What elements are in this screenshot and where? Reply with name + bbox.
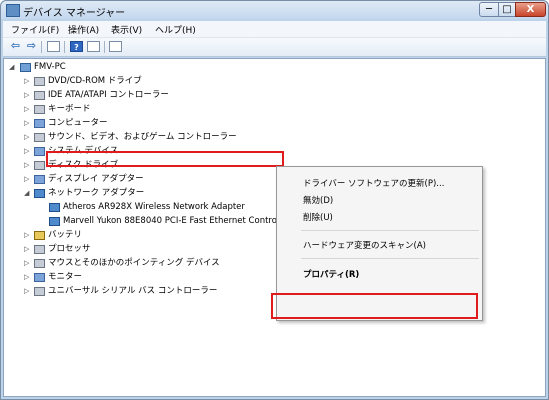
expand-icon[interactable]: ▷ bbox=[24, 75, 29, 88]
tree-item-label: ユニバーサル シリアル バス コントローラー bbox=[48, 286, 218, 296]
expand-icon[interactable]: ▷ bbox=[24, 89, 29, 102]
tree-root-label: FMV-PC bbox=[34, 62, 66, 72]
context-properties[interactable]: プロパティ(R) bbox=[303, 268, 359, 280]
help-icon[interactable]: ? bbox=[70, 41, 83, 52]
close-button[interactable]: X bbox=[515, 2, 546, 17]
expand-icon[interactable]: ▷ bbox=[24, 145, 29, 158]
monitor-icon bbox=[34, 273, 45, 282]
menu-action[interactable]: 操作(A) bbox=[68, 23, 99, 36]
expand-icon[interactable]: ▷ bbox=[24, 131, 29, 144]
expand-icon[interactable]: ▷ bbox=[24, 285, 29, 298]
computer-root-icon bbox=[20, 63, 31, 72]
tree-item-label: Atheros AR928X Wireless Network Adapter bbox=[63, 202, 245, 212]
disc-drive-icon bbox=[34, 77, 45, 86]
tree-item-label: プロセッサ bbox=[48, 244, 91, 254]
tree-item-label: モニター bbox=[48, 272, 83, 282]
processor-icon bbox=[34, 245, 45, 254]
usb-icon bbox=[34, 287, 45, 296]
system-device-icon bbox=[34, 147, 45, 156]
show-hidden-icon[interactable] bbox=[87, 41, 100, 52]
context-separator bbox=[301, 258, 479, 259]
selection-highlight bbox=[46, 151, 284, 167]
device-manager-icon bbox=[6, 4, 20, 17]
expand-icon[interactable]: ▷ bbox=[24, 159, 29, 172]
menu-view[interactable]: 表示(V) bbox=[111, 23, 142, 36]
expand-icon[interactable]: ▷ bbox=[24, 243, 29, 256]
tree-item-label: DVD/CD-ROM ドライブ bbox=[48, 76, 142, 86]
sound-icon bbox=[34, 133, 45, 142]
context-uninstall[interactable]: 削除(U) bbox=[303, 211, 333, 223]
tree-item-label: コンピューター bbox=[48, 118, 108, 128]
context-separator bbox=[301, 230, 479, 231]
context-disable[interactable]: 無効(D) bbox=[303, 194, 333, 206]
expand-icon[interactable]: ▷ bbox=[24, 257, 29, 270]
scan-hardware-icon[interactable] bbox=[109, 41, 122, 52]
expand-icon[interactable]: ▷ bbox=[24, 229, 29, 242]
collapse-icon[interactable]: ◢ bbox=[24, 187, 29, 200]
toolbar-separator bbox=[41, 41, 42, 53]
expand-icon[interactable]: ▷ bbox=[24, 271, 29, 284]
toolbar-separator bbox=[64, 41, 65, 53]
toolbar: ⇦ ⇨ ? bbox=[3, 38, 546, 57]
tree-item-label: ネットワーク アダプター bbox=[48, 188, 145, 198]
disk-drive-icon bbox=[34, 161, 45, 170]
tree-item-label: Marvell Yukon 88E8040 PCI-E Fast Etherne… bbox=[63, 216, 291, 226]
menu-help[interactable]: ヘルプ(H) bbox=[155, 23, 196, 36]
expand-icon[interactable]: ▷ bbox=[24, 173, 29, 186]
network-card-icon bbox=[49, 203, 60, 212]
tree-item-label: IDE ATA/ATAPI コントローラー bbox=[48, 90, 169, 100]
context-scan-hardware[interactable]: ハードウェア変更のスキャン(A) bbox=[303, 239, 426, 251]
tree-item-label: サウンド、ビデオ、およびゲーム コントローラー bbox=[48, 132, 237, 142]
properties-view-icon[interactable] bbox=[47, 41, 60, 52]
mouse-icon bbox=[34, 259, 45, 268]
expand-icon[interactable]: ▷ bbox=[24, 103, 29, 116]
computer-icon bbox=[34, 119, 45, 128]
collapse-icon[interactable]: ◢ bbox=[9, 61, 14, 74]
display-adapter-icon bbox=[34, 175, 45, 184]
keyboard-icon bbox=[34, 105, 45, 114]
context-update-driver[interactable]: ドライバー ソフトウェアの更新(P)... bbox=[303, 177, 444, 189]
network-adapter-icon bbox=[34, 189, 45, 198]
title-bar[interactable]: デバイス マネージャー ─ □ X bbox=[1, 1, 548, 19]
battery-icon bbox=[34, 231, 45, 240]
window-title: デバイス マネージャー bbox=[23, 8, 126, 19]
minimize-button[interactable]: ─ bbox=[479, 2, 499, 17]
forward-icon[interactable]: ⇨ bbox=[25, 40, 38, 52]
maximize-button[interactable]: □ bbox=[498, 2, 516, 17]
expand-icon[interactable]: ▷ bbox=[24, 117, 29, 130]
device-manager-window: デバイス マネージャー ─ □ X ファイル(F) 操作(A) 表示(V) ヘル… bbox=[0, 0, 549, 400]
network-card-icon bbox=[49, 217, 60, 226]
tree-item-label: マウスとそのほかのポインティング デバイス bbox=[48, 258, 220, 268]
toolbar-separator bbox=[104, 41, 105, 53]
ide-controller-icon bbox=[34, 91, 45, 100]
tree-item-label: キーボード bbox=[48, 104, 91, 114]
back-icon[interactable]: ⇦ bbox=[9, 40, 22, 52]
properties-highlight bbox=[271, 293, 478, 319]
menu-file[interactable]: ファイル(F) bbox=[11, 23, 59, 36]
tree-item-label: バッテリ bbox=[48, 230, 83, 240]
tree-item-label: ディスプレイ アダプター bbox=[48, 174, 144, 184]
menu-bar: ファイル(F) 操作(A) 表示(V) ヘルプ(H) bbox=[3, 21, 546, 38]
